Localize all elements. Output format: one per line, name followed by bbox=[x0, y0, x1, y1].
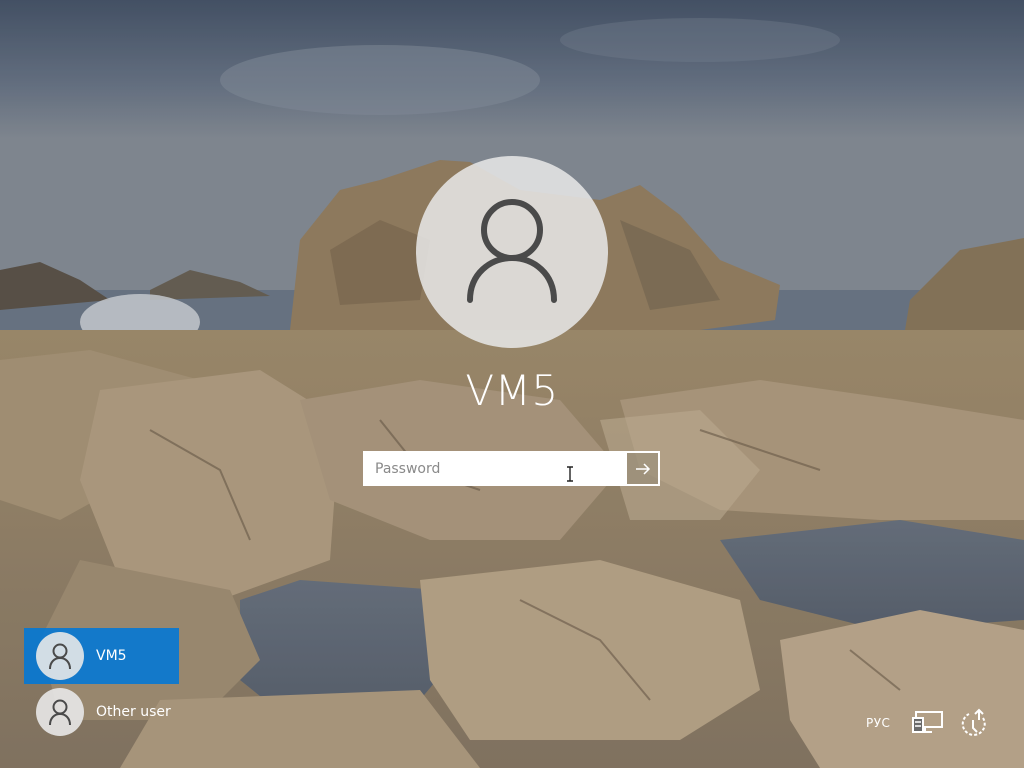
user-avatar-small bbox=[36, 688, 84, 736]
account-name: VM5 bbox=[465, 366, 559, 415]
network-button[interactable] bbox=[911, 706, 945, 740]
network-icon bbox=[912, 711, 943, 733]
user-list: VM5 Other user bbox=[24, 628, 179, 740]
password-box bbox=[363, 451, 660, 486]
password-input[interactable] bbox=[363, 451, 625, 486]
user-icon bbox=[49, 643, 71, 669]
user-avatar bbox=[416, 156, 608, 348]
user-avatar-small bbox=[36, 632, 84, 680]
user-item-other-user[interactable]: Other user bbox=[24, 684, 179, 740]
lock-screen: VM5 VM5 Other user РУС bbox=[0, 0, 1024, 768]
ease-of-access-icon bbox=[961, 708, 986, 736]
arrow-right-icon bbox=[635, 462, 650, 475]
user-item-label: VM5 bbox=[96, 648, 127, 664]
ease-of-access-button[interactable] bbox=[957, 706, 993, 740]
user-item-label: Other user bbox=[96, 704, 171, 720]
text-cursor-icon bbox=[567, 466, 573, 482]
user-icon bbox=[49, 699, 71, 725]
user-icon bbox=[467, 199, 557, 303]
user-item-vm5[interactable]: VM5 bbox=[24, 628, 179, 684]
language-indicator[interactable]: РУС bbox=[866, 706, 890, 740]
submit-button[interactable] bbox=[625, 451, 660, 486]
